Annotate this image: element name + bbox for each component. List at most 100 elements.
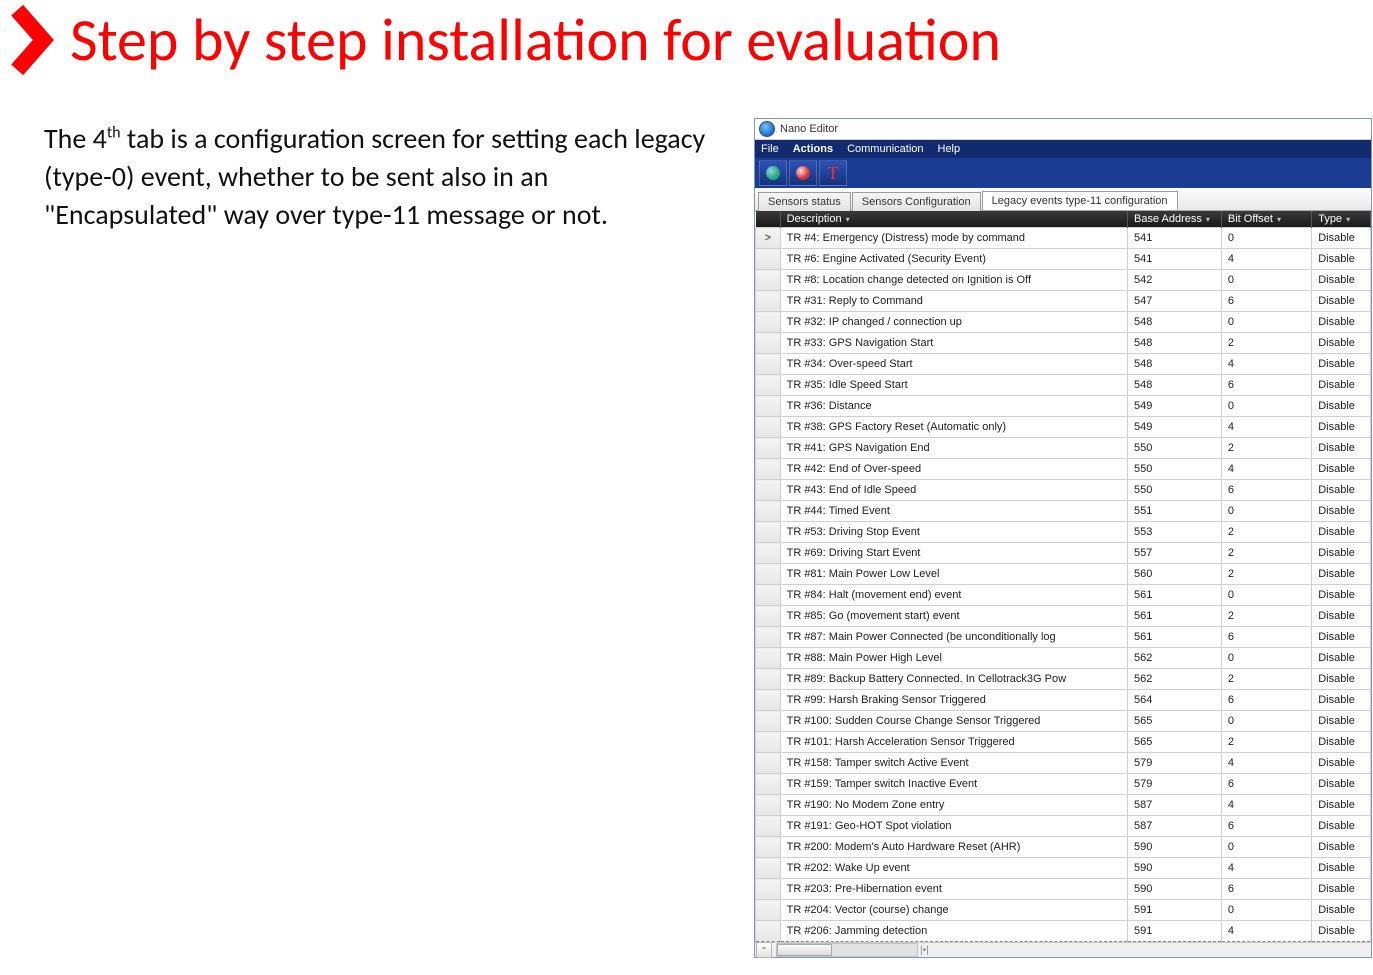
cell-base[interactable]: 565 — [1128, 732, 1222, 753]
cell-base[interactable]: 550 — [1128, 438, 1222, 459]
cell-desc[interactable]: TR #100: Sudden Course Change Sensor Tri… — [780, 711, 1127, 732]
row-selector[interactable] — [756, 522, 781, 543]
cell-base[interactable]: 561 — [1128, 606, 1222, 627]
cell-bit[interactable]: 2 — [1221, 669, 1311, 690]
cell-base[interactable]: 550 — [1128, 459, 1222, 480]
row-selector[interactable] — [756, 543, 781, 564]
table-row[interactable]: TR #206: Jamming detection5914Disable — [756, 921, 1371, 942]
cell-bit[interactable]: 2 — [1221, 522, 1311, 543]
row-selector[interactable] — [756, 291, 781, 312]
cell-desc[interactable]: TR #84: Halt (movement end) event — [780, 585, 1127, 606]
cell-base[interactable]: 590 — [1128, 837, 1222, 858]
cell-desc[interactable]: TR #202: Wake Up event — [780, 858, 1127, 879]
table-row[interactable]: TR #202: Wake Up event5904Disable — [756, 858, 1371, 879]
expand-button[interactable]: ⌃ — [756, 942, 772, 958]
row-selector[interactable] — [756, 312, 781, 333]
cell-type[interactable]: Disable — [1312, 291, 1371, 312]
cell-type[interactable]: Disable — [1312, 585, 1371, 606]
cell-bit[interactable]: 4 — [1221, 354, 1311, 375]
cell-base[interactable]: 590 — [1128, 879, 1222, 900]
col-description[interactable]: Description▾ — [780, 211, 1127, 228]
cell-bit[interactable]: 6 — [1221, 375, 1311, 396]
cell-desc[interactable]: TR #53: Driving Stop Event — [780, 522, 1127, 543]
table-row[interactable]: TR #6: Engine Activated (Security Event)… — [756, 249, 1371, 270]
cell-bit[interactable]: 4 — [1221, 459, 1311, 480]
cell-bit[interactable]: 6 — [1221, 480, 1311, 501]
cell-type[interactable]: Disable — [1312, 732, 1371, 753]
cell-type[interactable]: Disable — [1312, 606, 1371, 627]
row-selector[interactable] — [756, 627, 781, 648]
table-row[interactable]: TR #89: Backup Battery Connected. In Cel… — [756, 669, 1371, 690]
filter-icon[interactable]: ▾ — [846, 215, 850, 224]
row-selector[interactable] — [756, 564, 781, 585]
cell-base[interactable]: 549 — [1128, 396, 1222, 417]
table-row[interactable]: TR #191: Geo-HOT Spot violation5876Disab… — [756, 816, 1371, 837]
row-selector[interactable] — [756, 837, 781, 858]
cell-bit[interactable]: 6 — [1221, 816, 1311, 837]
cell-desc[interactable]: TR #190: No Modem Zone entry — [780, 795, 1127, 816]
cell-base[interactable]: 561 — [1128, 585, 1222, 606]
cell-bit[interactable]: 6 — [1221, 627, 1311, 648]
table-row[interactable]: TR #101: Harsh Acceleration Sensor Trigg… — [756, 732, 1371, 753]
cell-desc[interactable]: TR #88: Main Power High Level — [780, 648, 1127, 669]
cell-type[interactable]: Disable — [1312, 795, 1371, 816]
table-row[interactable]: TR #85: Go (movement start) event5612Dis… — [756, 606, 1371, 627]
menu-communication[interactable]: Communication — [847, 143, 923, 155]
cell-desc[interactable]: TR #203: Pre-Hibernation event — [780, 879, 1127, 900]
row-selector[interactable] — [756, 459, 781, 480]
table-row[interactable]: TR #32: IP changed / connection up5480Di… — [756, 312, 1371, 333]
cell-bit[interactable]: 4 — [1221, 921, 1311, 942]
tab-sensors-configuration[interactable]: Sensors Configuration — [852, 192, 981, 211]
cell-desc[interactable]: TR #81: Main Power Low Level — [780, 564, 1127, 585]
cell-type[interactable]: Disable — [1312, 543, 1371, 564]
cell-base[interactable]: 549 — [1128, 417, 1222, 438]
cell-type[interactable]: Disable — [1312, 669, 1371, 690]
row-selector[interactable] — [756, 417, 781, 438]
toolbar-button-2[interactable] — [789, 160, 817, 186]
table-row[interactable]: TR #99: Harsh Braking Sensor Triggered56… — [756, 690, 1371, 711]
col-type[interactable]: Type▾ — [1312, 211, 1371, 228]
cell-bit[interactable]: 2 — [1221, 732, 1311, 753]
row-selector[interactable] — [756, 795, 781, 816]
cell-type[interactable]: Disable — [1312, 648, 1371, 669]
table-row[interactable]: TR #34: Over-speed Start5484Disable — [756, 354, 1371, 375]
table-row[interactable]: TR #33: GPS Navigation Start5482Disable — [756, 333, 1371, 354]
col-base-address[interactable]: Base Address▾ — [1128, 211, 1222, 228]
cell-desc[interactable]: TR #33: GPS Navigation Start — [780, 333, 1127, 354]
filter-icon[interactable]: ▾ — [1277, 215, 1281, 224]
cell-base[interactable]: 541 — [1128, 249, 1222, 270]
table-row[interactable]: TR #8: Location change detected on Ignit… — [756, 270, 1371, 291]
cell-type[interactable]: Disable — [1312, 312, 1371, 333]
row-selector[interactable] — [756, 438, 781, 459]
cell-type[interactable]: Disable — [1312, 564, 1371, 585]
table-row[interactable]: TR #190: No Modem Zone entry5874Disable — [756, 795, 1371, 816]
row-selector[interactable] — [756, 354, 781, 375]
cell-desc[interactable]: TR #69: Driving Start Event — [780, 543, 1127, 564]
row-selector[interactable] — [756, 711, 781, 732]
cell-base[interactable]: 587 — [1128, 795, 1222, 816]
table-row[interactable]: TR #204: Vector (course) change5910Disab… — [756, 900, 1371, 921]
cell-desc[interactable]: TR #87: Main Power Connected (be uncondi… — [780, 627, 1127, 648]
table-row[interactable]: TR #35: Idle Speed Start5486Disable — [756, 375, 1371, 396]
row-selector[interactable] — [756, 648, 781, 669]
cell-base[interactable]: 541 — [1128, 228, 1222, 249]
cell-type[interactable]: Disable — [1312, 858, 1371, 879]
cell-base[interactable]: 591 — [1128, 921, 1222, 942]
table-row[interactable]: TR #100: Sudden Course Change Sensor Tri… — [756, 711, 1371, 732]
cell-desc[interactable]: TR #31: Reply to Command — [780, 291, 1127, 312]
cell-bit[interactable]: 0 — [1221, 396, 1311, 417]
cell-base[interactable]: 591 — [1128, 900, 1222, 921]
cell-desc[interactable]: TR #200: Modem's Auto Hardware Reset (AH… — [780, 837, 1127, 858]
cell-bit[interactable]: 6 — [1221, 291, 1311, 312]
cell-bit[interactable]: 0 — [1221, 900, 1311, 921]
splitter-handle[interactable]: |•| — [920, 945, 929, 956]
cell-type[interactable]: Disable — [1312, 753, 1371, 774]
cell-desc[interactable]: TR #38: GPS Factory Reset (Automatic onl… — [780, 417, 1127, 438]
cell-desc[interactable]: TR #89: Backup Battery Connected. In Cel… — [780, 669, 1127, 690]
cell-desc[interactable]: TR #8: Location change detected on Ignit… — [780, 270, 1127, 291]
cell-base[interactable]: 548 — [1128, 312, 1222, 333]
cell-desc[interactable]: TR #159: Tamper switch Inactive Event — [780, 774, 1127, 795]
row-selector[interactable]: > — [756, 228, 781, 249]
cell-bit[interactable]: 2 — [1221, 564, 1311, 585]
cell-type[interactable]: Disable — [1312, 375, 1371, 396]
